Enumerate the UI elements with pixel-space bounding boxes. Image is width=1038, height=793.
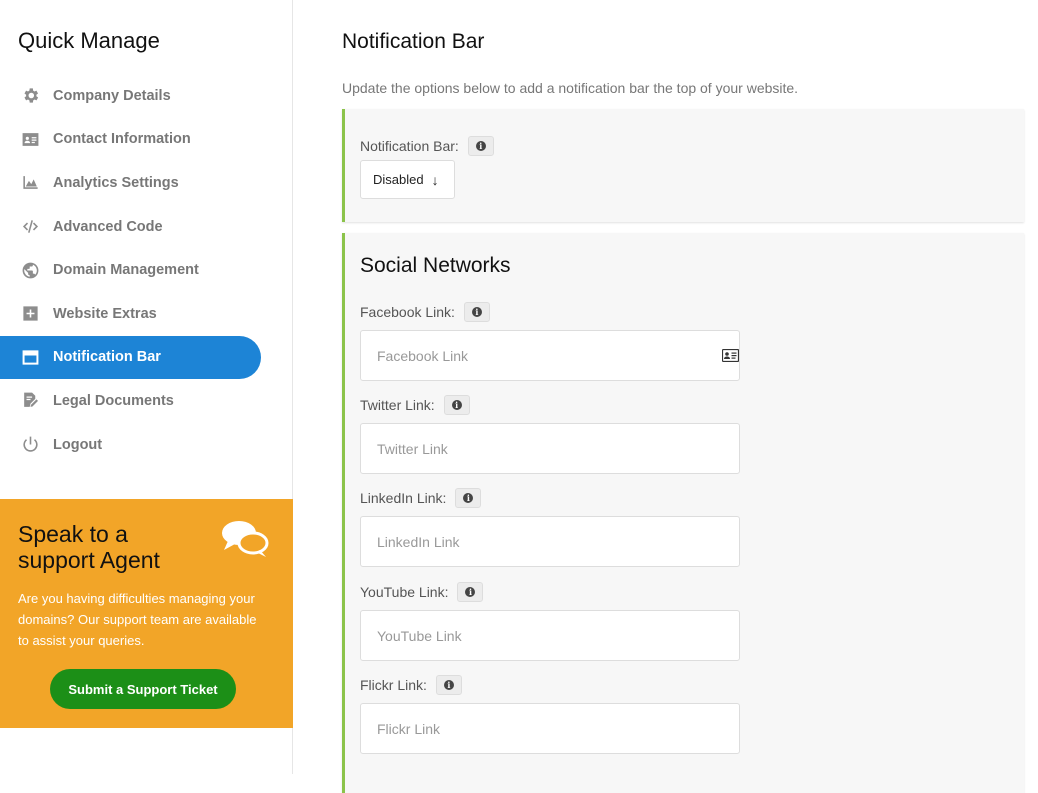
- support-title: Speak to a support Agent: [18, 521, 160, 573]
- field-label-text: Notification Bar:: [360, 138, 459, 154]
- sidebar-item-website-extras[interactable]: Website Extras: [0, 292, 293, 336]
- field-label-text: Flickr Link:: [360, 677, 427, 693]
- info-icon[interactable]: i: [467, 136, 494, 156]
- select-value: Disabled: [373, 172, 424, 187]
- sidebar-item-advanced-code[interactable]: Advanced Code: [0, 205, 293, 249]
- facebook-link-input[interactable]: [360, 330, 740, 381]
- youtube-link-label: YouTube Link: i: [360, 582, 484, 602]
- linkedin-link-label: LinkedIn Link: i: [360, 488, 482, 508]
- submit-support-ticket-button[interactable]: Submit a Support Ticket: [50, 669, 236, 709]
- info-icon[interactable]: i: [463, 302, 490, 322]
- gear-icon: [20, 86, 40, 106]
- sidebar-item-company-details[interactable]: Company Details: [0, 74, 293, 118]
- sidebar-item-label: Contact Information: [53, 131, 191, 148]
- info-icon[interactable]: i: [443, 395, 470, 415]
- linkedin-link-input[interactable]: [360, 516, 740, 567]
- sidebar: Quick Manage Company Details Contact Inf…: [0, 0, 293, 774]
- code-icon: [20, 217, 40, 237]
- sidebar-item-label: Notification Bar: [53, 349, 161, 366]
- info-icon[interactable]: i: [457, 582, 484, 602]
- youtube-link-input[interactable]: [360, 610, 740, 661]
- page-title: Notification Bar: [342, 30, 485, 53]
- signature-icon: [20, 391, 40, 411]
- main-content: Notification Bar Update the options belo…: [294, 0, 1038, 793]
- area-chart-icon: [20, 173, 40, 193]
- twitter-link-label: Twitter Link: i: [360, 395, 470, 415]
- sidebar-item-legal-documents[interactable]: Legal Documents: [0, 379, 293, 423]
- sidebar-item-label: Logout: [53, 436, 103, 453]
- sidebar-item-logout[interactable]: Logout: [0, 423, 293, 467]
- sidebar-title: Quick Manage: [18, 28, 160, 53]
- info-icon[interactable]: i: [455, 488, 482, 508]
- sidebar-item-label: Company Details: [53, 87, 171, 104]
- sidebar-item-label: Advanced Code: [53, 218, 163, 235]
- sidebar-item-notification-bar[interactable]: Notification Bar: [0, 335, 261, 380]
- plus-square-icon: [20, 304, 40, 324]
- section-title: Social Networks: [360, 254, 511, 277]
- sidebar-item-analytics-settings[interactable]: Analytics Settings: [0, 161, 293, 205]
- support-panel: Speak to a support Agent Are you having …: [0, 499, 293, 728]
- twitter-link-input[interactable]: [360, 423, 740, 474]
- sidebar-item-domain-management[interactable]: Domain Management: [0, 248, 293, 292]
- flickr-link-label: Flickr Link: i: [360, 675, 462, 695]
- sidebar-item-label: Legal Documents: [53, 392, 174, 409]
- contact-card-icon: [20, 129, 40, 149]
- page-subtitle: Update the options below to add a notifi…: [342, 80, 799, 96]
- field-label-text: LinkedIn Link:: [360, 490, 447, 506]
- notification-bar-field-label: Notification Bar: i: [360, 136, 494, 156]
- sidebar-item-contact-information[interactable]: Contact Information: [0, 118, 293, 162]
- notification-bar-select[interactable]: Disabled ↓: [360, 160, 455, 199]
- power-icon: [20, 435, 40, 455]
- chat-bubbles-icon: [222, 521, 269, 557]
- info-icon[interactable]: i: [435, 675, 462, 695]
- arrow-down-icon: ↓: [431, 171, 439, 188]
- field-label-text: Facebook Link:: [360, 304, 455, 320]
- sidebar-item-label: Analytics Settings: [53, 174, 179, 191]
- social-networks-panel: Social Networks Facebook Link: i Twitter…: [342, 233, 1024, 793]
- field-label-text: Twitter Link:: [360, 397, 435, 413]
- sidebar-nav: Company Details Contact Information Anal…: [0, 74, 293, 466]
- contact-card-icon: [722, 349, 739, 362]
- sidebar-item-label: Domain Management: [53, 262, 199, 279]
- window-icon: [20, 347, 40, 367]
- facebook-link-label: Facebook Link: i: [360, 302, 490, 322]
- flickr-link-input[interactable]: [360, 703, 740, 754]
- support-description: Are you having difficulties managing you…: [18, 591, 257, 648]
- sidebar-item-label: Website Extras: [53, 305, 157, 322]
- globe-icon: [20, 260, 40, 280]
- notification-bar-panel: Notification Bar: i Disabled ↓: [342, 109, 1024, 222]
- field-label-text: YouTube Link:: [360, 584, 449, 600]
